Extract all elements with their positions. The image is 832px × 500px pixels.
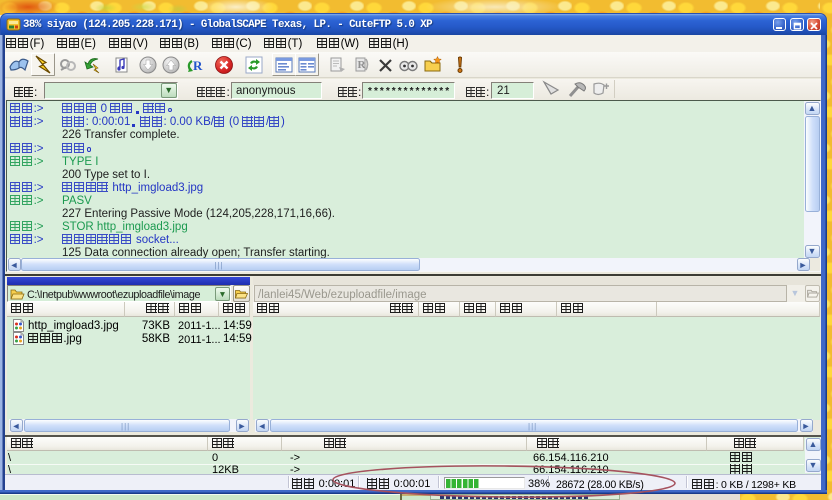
svg-text:R: R	[358, 59, 367, 71]
svg-text:R: R	[193, 58, 203, 73]
